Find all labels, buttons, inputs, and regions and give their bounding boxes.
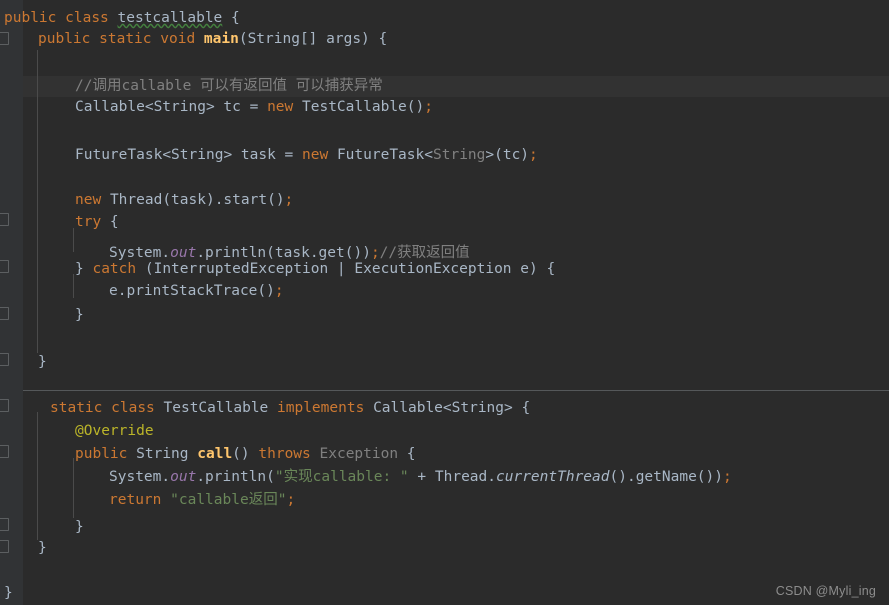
code-line[interactable]: } <box>0 352 889 373</box>
code-line[interactable]: e.printStackTrace(); <box>0 281 889 302</box>
code-line[interactable]: Callable<String> tc = new TestCallable()… <box>0 97 889 118</box>
code-line[interactable]: } <box>0 305 889 326</box>
code-line[interactable]: static class TestCallable implements Cal… <box>0 398 889 419</box>
code-line[interactable]: @Override <box>0 421 889 442</box>
code-text-layer[interactable]: public class testcallable { public stati… <box>0 0 889 605</box>
code-line[interactable]: public class testcallable { <box>0 8 889 29</box>
watermark: CSDN @Myli_ing <box>775 584 876 598</box>
code-line[interactable]: //调用callable 可以有返回值 可以捕获异常 <box>0 76 889 97</box>
code-line[interactable]: public static void main(String[] args) { <box>0 29 889 50</box>
code-line[interactable]: FutureTask<String> task = new FutureTask… <box>0 145 889 166</box>
code-line[interactable]: return "callable返回"; <box>0 490 889 511</box>
code-line[interactable]: try { <box>0 212 889 233</box>
code-line[interactable]: public String call() throws Exception { <box>0 444 889 465</box>
code-editor[interactable]: public class testcallable { public stati… <box>0 0 889 605</box>
code-line[interactable]: } <box>0 517 889 538</box>
code-line[interactable]: } catch (InterruptedException | Executio… <box>0 259 889 280</box>
code-line[interactable]: System.out.println("实现callable: " + Thre… <box>0 467 889 488</box>
code-line[interactable]: } <box>0 583 889 604</box>
code-line[interactable]: new Thread(task).start(); <box>0 190 889 211</box>
code-line[interactable]: } <box>0 538 889 559</box>
